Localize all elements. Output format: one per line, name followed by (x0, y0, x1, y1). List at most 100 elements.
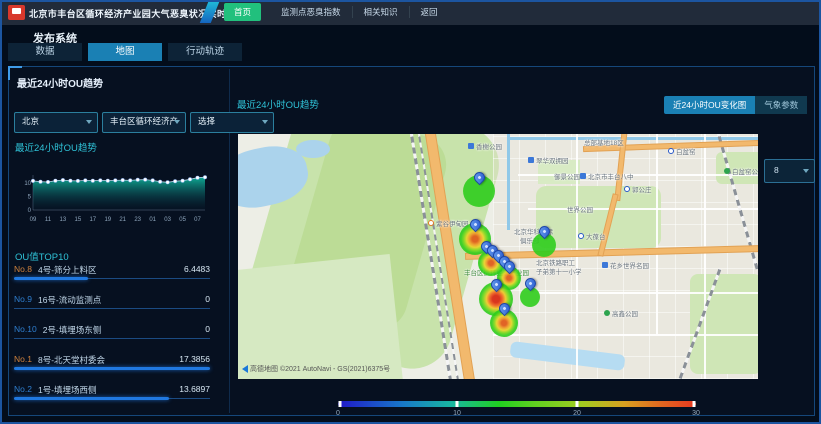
filter-select-1[interactable]: 丰台区循环经济产 (102, 112, 186, 133)
top-list-item: No.84号-筛分上料区6.4483 (14, 262, 210, 292)
svg-text:03: 03 (164, 217, 171, 223)
top-item-rank: No.2 (14, 384, 32, 396)
filter-select-value: 北京 (22, 116, 39, 126)
top-item-bar-fill (14, 367, 210, 370)
svg-text:10: 10 (24, 181, 31, 187)
svg-text:5: 5 (28, 195, 32, 201)
trend-chart: 0510091113151719212301030507 (19, 169, 211, 223)
map-label: 御景公园 (554, 171, 580, 181)
top-item-label: No.9 16号-流动监测点0 (14, 294, 210, 306)
nav-item-3[interactable]: 返回 (409, 6, 449, 18)
map-attribution-text: 高德地图 ©2021 AutoNavi - GS(2021)6375号 (250, 364, 390, 374)
map-button-1[interactable]: 气象参数 (755, 96, 807, 114)
nav-item-0[interactable]: 首页 (224, 3, 261, 21)
publish-tab-0[interactable]: 数据 (8, 43, 82, 61)
top-item-value: 0 (205, 294, 210, 306)
top-item-name: 4号-筛分上料区 (38, 264, 184, 276)
map-label-text: 花乡世界名园 (610, 260, 649, 270)
blue-icon (468, 143, 474, 149)
map-lake (296, 140, 330, 158)
header-bar: 北京市丰台区循环经济产业园大气恶臭状况实时 首页监测点恶臭指数相关知识返回 (0, 0, 821, 25)
top-item-label: No.1 8号-北天堂村委会17.3856 (14, 354, 210, 366)
top-item-rank: No.9 (14, 294, 32, 306)
map-button-0[interactable]: 近24小时OU变化图 (664, 96, 755, 114)
publish-tab-2[interactable]: 行动轨迹 (168, 43, 242, 61)
svg-text:23: 23 (134, 217, 141, 223)
map-label: 总部基地18区 (584, 137, 624, 147)
map-label: 大葆台 (578, 231, 606, 241)
park-icon (604, 310, 610, 316)
top-item-name: 1号-填埋场西侧 (38, 384, 179, 396)
main-panel: 最近24小时OU趋势 北京丰台区循环经济产选择 最近24小时OU趋势 05100… (8, 66, 815, 416)
top-item-bar-fill (14, 397, 169, 400)
metro-icon (578, 233, 584, 239)
map-label: 花乡世界名园 (602, 260, 649, 270)
top-item-bar-track (14, 308, 210, 309)
map-label-text: 高鑫公园 (612, 308, 638, 318)
app-title: 北京市丰台区循环经济产业园大气恶臭状况实时 (29, 7, 226, 20)
map-label: 紫谷伊甸园 (428, 218, 469, 228)
dashboard-page: 北京市丰台区循环经济产业园大气恶臭状况实时 首页监测点恶臭指数相关知识返回 发布… (0, 0, 821, 424)
chevron-down-icon (262, 120, 268, 124)
filter-select-value: 选择 (198, 116, 215, 126)
legend-tick-mark (456, 401, 459, 407)
nav-item-2[interactable]: 相关知识 (352, 6, 409, 18)
app-logo-icon (8, 5, 25, 20)
trend-chart-label: 最近24小时OU趋势 (15, 140, 97, 154)
svg-text:0: 0 (28, 208, 32, 214)
filter-select-0[interactable]: 北京 (14, 112, 98, 133)
top-list-item: No.102号-填埋场东侧0 (14, 322, 210, 352)
chevron-down-icon (174, 120, 180, 124)
publish-tab-1[interactable]: 地图 (88, 43, 162, 61)
map-street (656, 134, 658, 334)
map-label-text: 香榭公园 (476, 141, 502, 151)
legend-tick-label: 20 (573, 410, 581, 417)
map-label-text: 郭公庄 (632, 184, 652, 194)
top-item-value: 13.6897 (179, 384, 210, 396)
top-item-rank: No.1 (14, 354, 32, 366)
svg-text:19: 19 (104, 217, 111, 223)
map-label-text: 总部基地18区 (584, 137, 624, 147)
top-item-label: No.2 1号-填埋场西侧13.6897 (14, 384, 210, 396)
blue-icon (580, 173, 586, 179)
autonavi-logo-icon (242, 365, 248, 373)
map-label: 白盆窑公园 (724, 166, 758, 176)
chevron-down-icon (86, 120, 92, 124)
svg-text:05: 05 (179, 217, 186, 223)
map-label: 世界公园 (567, 204, 593, 214)
svg-text:13: 13 (60, 217, 67, 223)
map-street (528, 208, 758, 210)
map-label-text: 翠华双拥园 (536, 155, 569, 165)
top-item-name: 2号-填埋场东侧 (43, 324, 206, 336)
legend-tick-mark (693, 401, 696, 407)
map-label-text: 世界公园 (567, 204, 593, 214)
hour-select-value: 8 (774, 165, 779, 175)
top-item-rank: No.10 (14, 324, 37, 336)
map-label-text: 御景公园 (554, 171, 580, 181)
filter-select-2[interactable]: 选择 (190, 112, 274, 133)
top-list-item: No.9 16号-流动监测点0 (14, 292, 210, 322)
hour-select[interactable]: 8 (764, 159, 815, 183)
top-item-value: 6.4483 (184, 264, 210, 276)
top-item-value: 17.3856 (179, 354, 210, 366)
heatmap-legend: 0102030 (338, 401, 696, 419)
publish-tabs: 数据地图行动轨迹 (8, 43, 242, 61)
top-item-name: 16号-流动监测点 (38, 294, 205, 306)
map-street (704, 134, 706, 379)
metro-icon (624, 186, 630, 192)
map-street (493, 334, 758, 336)
top-item-name: 8号-北天堂村委会 (38, 354, 179, 366)
nav-item-1[interactable]: 监测点恶臭指数 (270, 6, 352, 18)
park-icon (724, 168, 730, 174)
map-label: 高鑫公园 (604, 308, 638, 318)
map-label-text: 大葆台 (586, 231, 606, 241)
svg-text:11: 11 (45, 217, 52, 223)
map-buttons: 近24小时OU变化图气象参数 (664, 96, 807, 114)
top-item-bar-fill (14, 277, 88, 280)
svg-text:09: 09 (30, 217, 37, 223)
top-list-title: OU值TOP10 (15, 249, 69, 263)
map-panel-title: 最近24小时OU趋势 (237, 97, 319, 111)
legend-tick-mark (339, 401, 342, 407)
map-canvas[interactable]: 香榭公园翠华双拥园御景公园世界公园总部基地18区白盆窑白盆窑公园北京市丰台八中郭… (238, 134, 758, 379)
legend-tick-label: 30 (692, 410, 700, 417)
